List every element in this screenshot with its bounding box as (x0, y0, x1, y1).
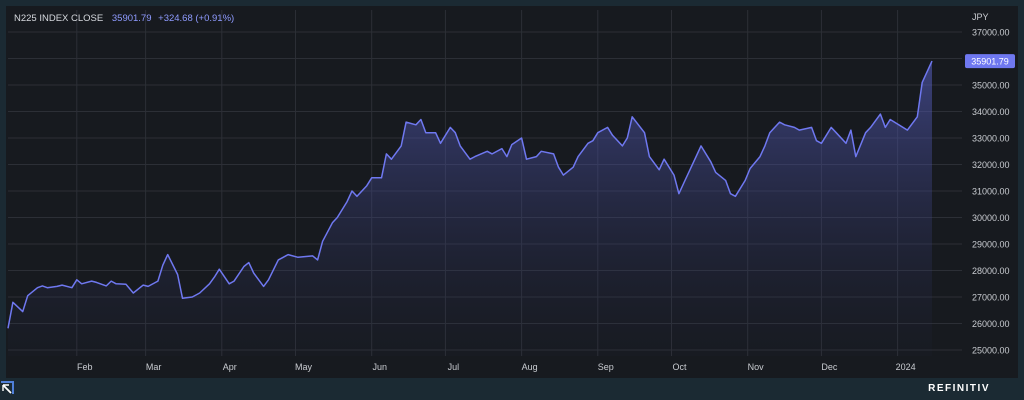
y-tick-label: 30000.00 (972, 213, 1010, 223)
series-area (8, 61, 932, 356)
x-tick-label: Sep (598, 362, 614, 372)
y-tick-label: 37000.00 (972, 28, 1010, 38)
y-tick-label: 25000.00 (972, 346, 1010, 356)
y-tick-label: 29000.00 (972, 240, 1010, 250)
x-tick-label: Dec (821, 362, 838, 372)
y-tick-label: 28000.00 (972, 266, 1010, 276)
x-tick-label: Apr (223, 362, 237, 372)
y-tick-label: 26000.00 (972, 319, 1010, 329)
y-tick-label: 33000.00 (972, 134, 1010, 144)
y-tick-label: 31000.00 (972, 187, 1010, 197)
x-tick-label: Jul (448, 362, 460, 372)
n225-chart: 25000.00 26000.00 27000.00 28000.00 29000.00… (7, 10, 1015, 372)
x-tick-label: Mar (146, 362, 162, 372)
series-name: N225 INDEX CLOSE (14, 13, 104, 24)
x-tick-label: Nov (748, 362, 765, 372)
y-tick-label: 34000.00 (972, 107, 1010, 117)
x-tick-label: Feb (77, 362, 93, 372)
x-tick-label: Aug (522, 362, 538, 372)
series-last-value: 35901.79 (111, 13, 152, 24)
chart-header: N225 INDEX CLOSE 35901.79 +324.68 (+0.91… (14, 13, 234, 24)
x-tick-label: Oct (673, 362, 688, 372)
refinitiv-logo-icon (1, 381, 14, 394)
y-tick-label: 27000.00 (972, 293, 1010, 303)
x-tick-label: 2024 (896, 362, 916, 372)
x-tick-label: Jun (372, 362, 387, 372)
chart-frame: 25000.00 26000.00 27000.00 28000.00 29000.00… (0, 0, 1024, 400)
x-tick-label: May (295, 362, 313, 372)
last-value-label: 35901.79 (971, 57, 1009, 67)
y-tick-label: 32000.00 (972, 160, 1010, 170)
series-change: +324.68 (+0.91%) (158, 13, 235, 24)
y-axis-label: JPY (972, 12, 989, 22)
y-tick-label: 35000.00 (972, 81, 1010, 91)
footer: REFINITIV (0, 378, 1024, 400)
brand-name: REFINITIV (928, 383, 990, 394)
